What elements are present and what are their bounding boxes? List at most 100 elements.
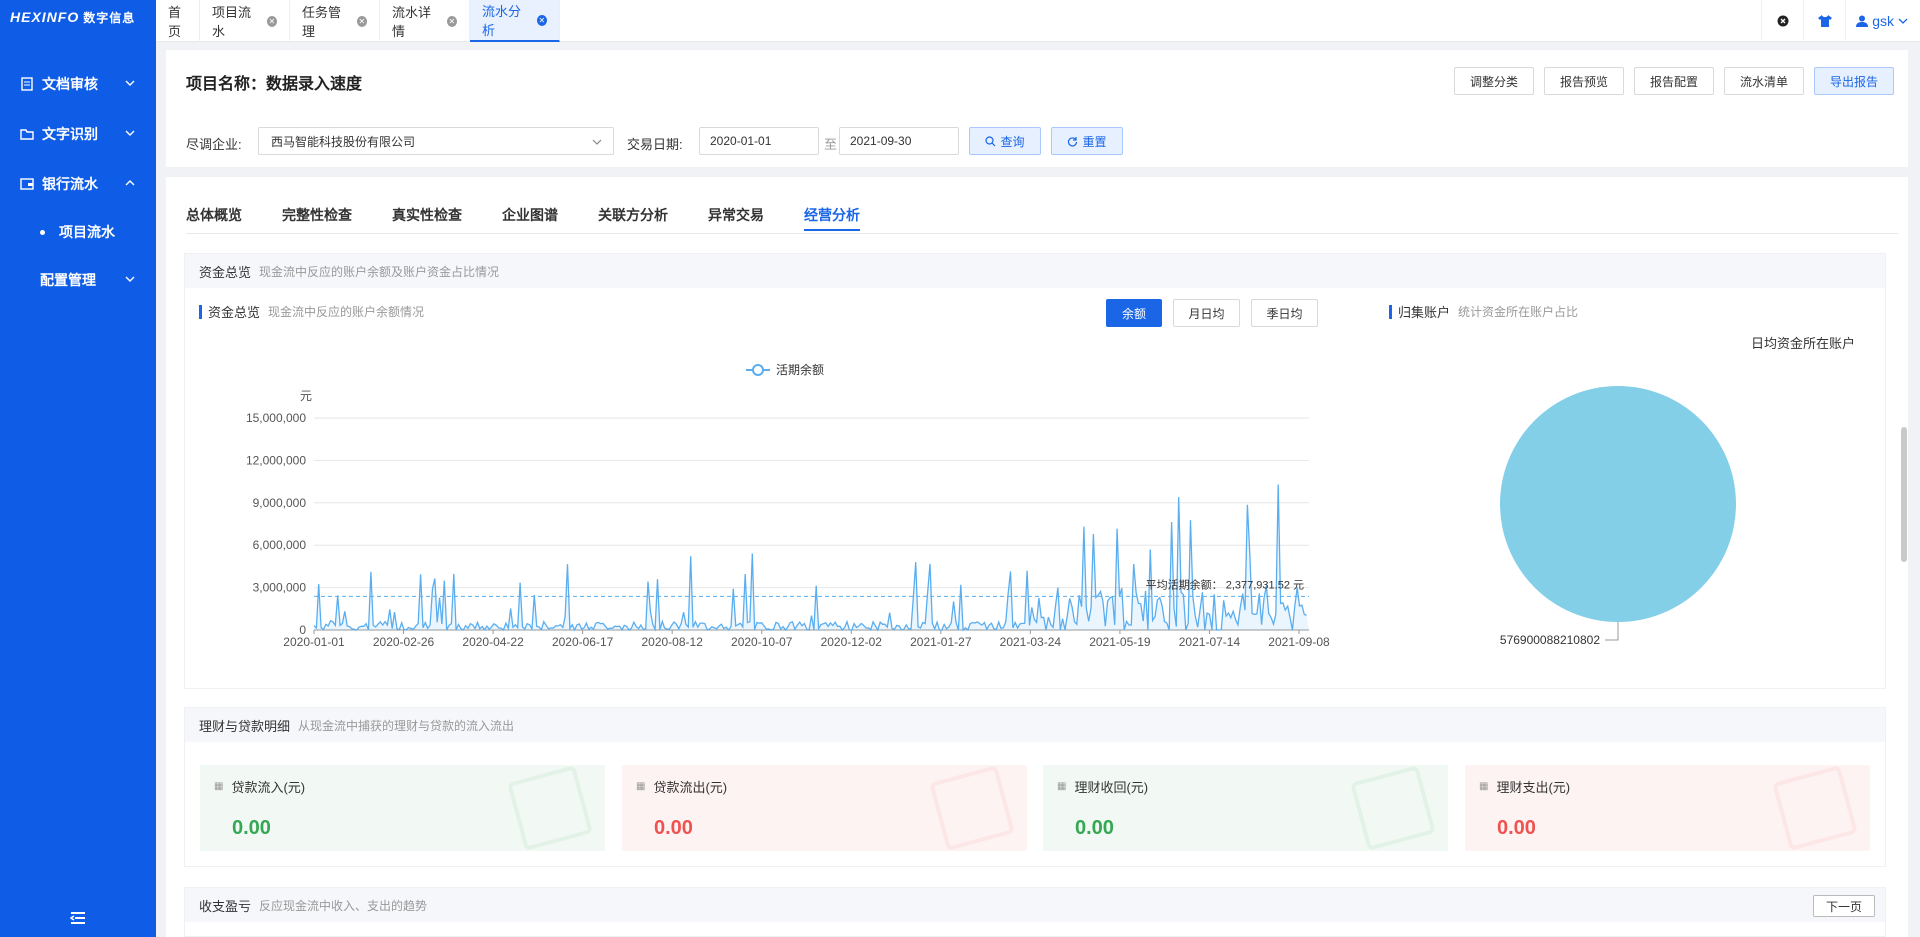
tab-authenticity[interactable]: 真实性检查 bbox=[392, 205, 462, 225]
shirt-icon[interactable] bbox=[1803, 0, 1845, 42]
chevron-down-icon bbox=[125, 80, 135, 86]
balance-toggle[interactable]: 余额 bbox=[1106, 299, 1162, 327]
report-preview-button[interactable]: 报告预览 bbox=[1544, 67, 1624, 95]
x-tick-label: 2020-08-12 bbox=[641, 635, 703, 649]
sidebar-item-config[interactable]: 配置管理 bbox=[0, 255, 156, 305]
scrollbar[interactable] bbox=[1901, 427, 1907, 562]
y-tick-label: 15,000,000 bbox=[246, 411, 306, 425]
panel-title: 收支盈亏 bbox=[199, 898, 252, 914]
tab-flow-detail[interactable]: 流水详情 ✕ bbox=[380, 0, 470, 42]
close-icon[interactable]: ✕ bbox=[266, 15, 277, 27]
stat-label-text: 贷款流出(元) bbox=[653, 780, 728, 795]
chevron-down-icon bbox=[125, 130, 135, 136]
x-tick-label: 2021-01-27 bbox=[910, 635, 972, 649]
company-select[interactable]: 西马智能科技股份有限公司 bbox=[258, 127, 614, 155]
menu-collapse-icon[interactable] bbox=[70, 911, 86, 925]
tab-label: 任务管理 bbox=[302, 5, 342, 39]
legend-label: 活期余额 bbox=[776, 362, 824, 377]
tab-project-flow[interactable]: 项目流水 ✕ bbox=[200, 0, 290, 42]
close-icon[interactable]: ✕ bbox=[536, 14, 547, 26]
stat-label-text: 理财收回(元) bbox=[1074, 780, 1149, 795]
tab-task-manage[interactable]: 任务管理 ✕ bbox=[290, 0, 380, 42]
folder-icon bbox=[20, 129, 34, 140]
balance-section-title: 资金总览 现金流中反应的账户余额情况 bbox=[199, 302, 424, 321]
sidebar-item-label: 文字识别 bbox=[42, 126, 98, 142]
tab-flow-analysis[interactable]: 流水分析 ✕ bbox=[470, 0, 560, 42]
next-page-button[interactable]: 下一页 bbox=[1812, 895, 1875, 917]
tab-related-party[interactable]: 关联方分析 bbox=[598, 205, 668, 225]
user-icon bbox=[1856, 15, 1869, 27]
sidebar-item-label: 配置管理 bbox=[40, 272, 96, 288]
x-tick-label: 2020-01-01 bbox=[283, 635, 345, 649]
query-label: 查询 bbox=[1000, 134, 1025, 149]
x-tick-label: 2020-02-26 bbox=[373, 635, 435, 649]
stat-label-text: 理财支出(元) bbox=[1496, 780, 1571, 795]
x-tick-label: 2020-10-07 bbox=[731, 635, 793, 649]
yuan-watermark-icon bbox=[929, 765, 1015, 851]
section-subtitle: 现金流中反应的账户余额情况 bbox=[268, 305, 425, 319]
company-label: 尽调企业: bbox=[186, 137, 242, 152]
tab-abnormal-trade[interactable]: 异常交易 bbox=[708, 205, 764, 225]
search-icon bbox=[985, 135, 996, 146]
chevron-down-icon bbox=[1898, 18, 1908, 24]
flow-list-button[interactable]: 流水清单 bbox=[1724, 67, 1804, 95]
legend-marker bbox=[752, 364, 764, 376]
export-report-button[interactable]: 导出报告 bbox=[1814, 67, 1894, 95]
y-tick-label: 6,000,000 bbox=[253, 538, 307, 552]
stat-value: 0.00 bbox=[232, 817, 271, 839]
page-title: 项目名称：数据录入速度 bbox=[186, 76, 363, 93]
sidebar-item-project-flow[interactable]: 项目流水 bbox=[0, 209, 156, 255]
wallet-icon bbox=[20, 178, 34, 190]
sidebar-item-bank-flow[interactable]: 银行流水 bbox=[0, 159, 156, 209]
chevron-down-icon bbox=[592, 139, 602, 145]
tab-enterprise-graph[interactable]: 企业图谱 bbox=[502, 205, 558, 225]
close-circle-icon[interactable] bbox=[1761, 0, 1803, 42]
refresh-icon bbox=[1068, 136, 1078, 147]
close-icon[interactable]: ✕ bbox=[356, 15, 367, 27]
title-bar bbox=[1389, 304, 1392, 319]
close-icon[interactable]: ✕ bbox=[446, 15, 457, 27]
balance-line-chart: 15,000,000 12,000,000 9,000,000 6,000,000 3,… bbox=[246, 362, 1330, 649]
date-label: 交易日期: bbox=[627, 137, 683, 152]
panel-subtitle: 反应现金流中收入、支出的趋势 bbox=[259, 898, 428, 913]
sidebar-item-doc-review[interactable]: 文档审核 bbox=[0, 59, 156, 109]
pie-slice bbox=[1500, 386, 1736, 622]
y-tick-label: 3,000,000 bbox=[253, 581, 307, 595]
date-to-input[interactable]: 2021-09-30 bbox=[839, 127, 959, 155]
wealth-expense-card: ▦ 理财支出(元) 0.00 bbox=[1465, 765, 1870, 851]
tab-label: 首页 bbox=[168, 5, 182, 39]
panel-header: 收支盈亏 反应现金流中收入、支出的趋势 下一页 bbox=[185, 888, 1885, 922]
tab-home[interactable]: 首页 bbox=[156, 0, 200, 42]
pie-title: 日均资金所在账户 bbox=[1751, 336, 1855, 351]
date-separator: 至 bbox=[824, 137, 838, 152]
x-tick-label: 2020-04-22 bbox=[462, 635, 524, 649]
account-section-title: 归集账户 统计资金所在账户占比 bbox=[1389, 302, 1578, 321]
document-icon bbox=[21, 77, 33, 91]
reset-label: 重置 bbox=[1082, 134, 1107, 149]
tab-business-analysis[interactable]: 经营分析 bbox=[804, 205, 860, 231]
reset-button[interactable]: 重置 bbox=[1051, 127, 1123, 155]
tab-overview[interactable]: 总体概览 bbox=[186, 205, 242, 225]
adjust-category-button[interactable]: 调整分类 bbox=[1454, 67, 1534, 95]
date-from-input[interactable]: 2020-01-01 bbox=[699, 127, 819, 155]
monthly-avg-toggle[interactable]: 月日均 bbox=[1173, 299, 1240, 327]
stat-label: ▦ 贷款流出(元) bbox=[636, 777, 727, 796]
query-button[interactable]: 查询 bbox=[969, 127, 1041, 155]
quarterly-avg-toggle[interactable]: 季日均 bbox=[1251, 299, 1318, 327]
x-tick-label: 2021-09-08 bbox=[1268, 635, 1330, 649]
x-tick-label: 2020-12-02 bbox=[821, 635, 883, 649]
panel-header: 资金总览 现金流中反应的账户余额及账户资金占比情况 bbox=[185, 254, 1885, 288]
panel-header: 理财与贷款明细 从现金流中捕获的理财与贷款的流入流出 bbox=[185, 708, 1885, 742]
x-tick-label: 2021-07-14 bbox=[1179, 635, 1241, 649]
loan-outflow-card: ▦ 贷款流出(元) 0.00 bbox=[622, 765, 1027, 851]
panel-title: 理财与贷款明细 bbox=[199, 718, 291, 734]
average-label: 平均活期余额： 2,377,931.52 元 bbox=[1146, 577, 1304, 591]
sidebar-item-ocr[interactable]: 文字识别 bbox=[0, 109, 156, 159]
panel-subtitle: 从现金流中捕获的理财与贷款的流入流出 bbox=[298, 718, 515, 733]
stat-value: 0.00 bbox=[1075, 817, 1114, 839]
tab-completeness[interactable]: 完整性检查 bbox=[282, 205, 352, 225]
yuan-watermark-icon bbox=[1772, 765, 1858, 851]
user-menu[interactable]: gsk bbox=[1845, 0, 1920, 42]
report-config-button[interactable]: 报告配置 bbox=[1634, 67, 1714, 95]
section-title-text: 归集账户 bbox=[1398, 305, 1451, 320]
